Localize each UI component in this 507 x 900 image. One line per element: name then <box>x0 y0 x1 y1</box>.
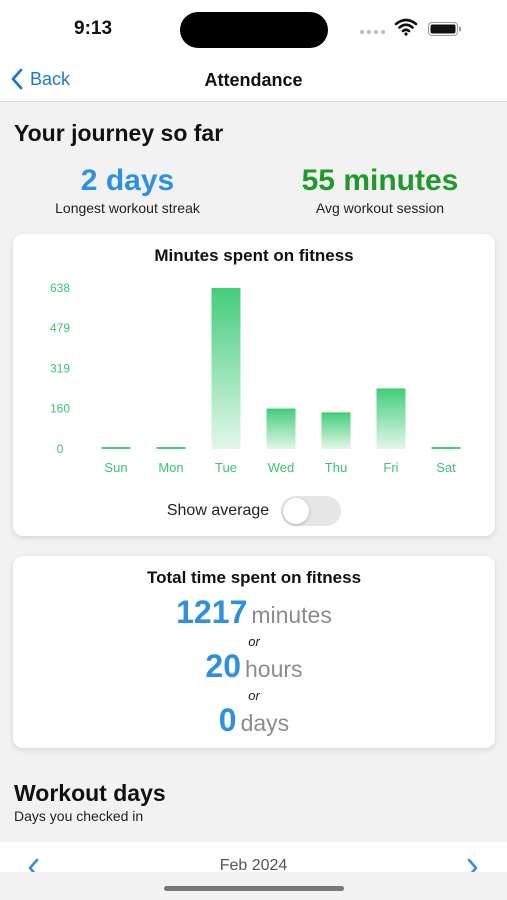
bar-fri <box>376 388 406 449</box>
y-tick-label: 319 <box>50 362 70 376</box>
x-tick-label: Mon <box>158 460 183 474</box>
x-tick-label: Tue <box>215 460 237 474</box>
total-minutes-unit: minutes <box>251 602 332 628</box>
bar-cap-wed <box>266 408 296 411</box>
home-indicator[interactable] <box>164 886 344 891</box>
total-days-row: 0 days <box>13 702 495 739</box>
or-separator: or <box>248 634 260 649</box>
y-tick-label: 0 <box>57 442 64 456</box>
calendar-header: Feb 2024 <box>0 842 507 872</box>
status-bar: 9:13 <box>0 0 507 56</box>
battery-icon <box>428 22 461 36</box>
page-title: Attendance <box>204 70 303 90</box>
x-tick-label: Sat <box>436 460 456 474</box>
y-tick-label: 479 <box>50 321 70 335</box>
bar-cap-thu <box>321 412 351 415</box>
streak-label: Longest workout streak <box>55 200 200 216</box>
or-separator: or <box>248 688 260 703</box>
total-time-card: Total time spent on fitness 1217 minutes … <box>13 556 495 748</box>
x-tick-label: Sun <box>104 460 127 474</box>
cellular-signal-icon <box>360 30 386 36</box>
status-time: 9:13 <box>74 18 113 39</box>
show-average-label: Show average <box>166 502 270 519</box>
wifi-icon <box>394 18 418 36</box>
total-hours-value: 20 <box>205 648 242 684</box>
home-indicator-area <box>0 872 507 900</box>
minutes-chart-card: Minutes spent on fitness 638 479 319 160 0 Su… <box>13 234 495 536</box>
streak-value: 2 days <box>80 164 175 197</box>
bar-cap-tue <box>211 288 241 290</box>
x-tick-label: Thu <box>325 460 347 474</box>
bar-cap-sat <box>431 447 461 449</box>
bar-tue <box>211 288 241 449</box>
bar-thu <box>321 412 351 449</box>
total-minutes-row: 1217 minutes <box>13 594 495 631</box>
streak-stat: 2 days Longest workout streak <box>20 164 235 216</box>
bar-wed <box>266 408 296 449</box>
bar-cap-fri <box>376 388 406 391</box>
minutes-bar-chart: 638 479 319 160 0 Sun Mon Tue Wed Thu Fri Sat <box>50 281 461 474</box>
session-label: Avg workout session <box>315 200 445 216</box>
chart-title: Minutes spent on fitness <box>154 246 354 265</box>
chevron-right-icon[interactable] <box>466 858 480 872</box>
bar-cap-mon <box>156 447 186 449</box>
session-value: 55 minutes <box>301 164 459 197</box>
total-minutes-value: 1217 <box>176 594 248 630</box>
navigation-bar: Back Attendance <box>0 56 507 102</box>
x-tick-label: Wed <box>268 460 295 474</box>
show-average-row: Show average <box>13 496 495 526</box>
total-hours-unit: hours <box>245 656 303 682</box>
workout-days-subtitle: Days you checked in <box>14 808 144 824</box>
dynamic-island <box>180 12 328 48</box>
total-days-value: 0 <box>218 702 237 738</box>
total-days-unit: days <box>240 710 290 736</box>
show-average-toggle[interactable] <box>281 496 342 526</box>
y-tick-label: 638 <box>50 281 70 295</box>
journey-heading: Your journey so far <box>14 120 224 146</box>
total-hours-row: 20 hours <box>13 648 495 685</box>
toggle-knob <box>283 498 310 524</box>
session-stat: 55 minutes Avg workout session <box>262 164 498 216</box>
bar-cap-sun <box>101 447 131 449</box>
total-title: Total time spent on fitness <box>146 568 362 587</box>
workout-days-heading: Workout days <box>14 780 166 806</box>
x-tick-label: Fri <box>383 460 398 474</box>
y-tick-label: 160 <box>50 402 70 416</box>
calendar-month-label: Feb 2024 <box>219 857 288 872</box>
